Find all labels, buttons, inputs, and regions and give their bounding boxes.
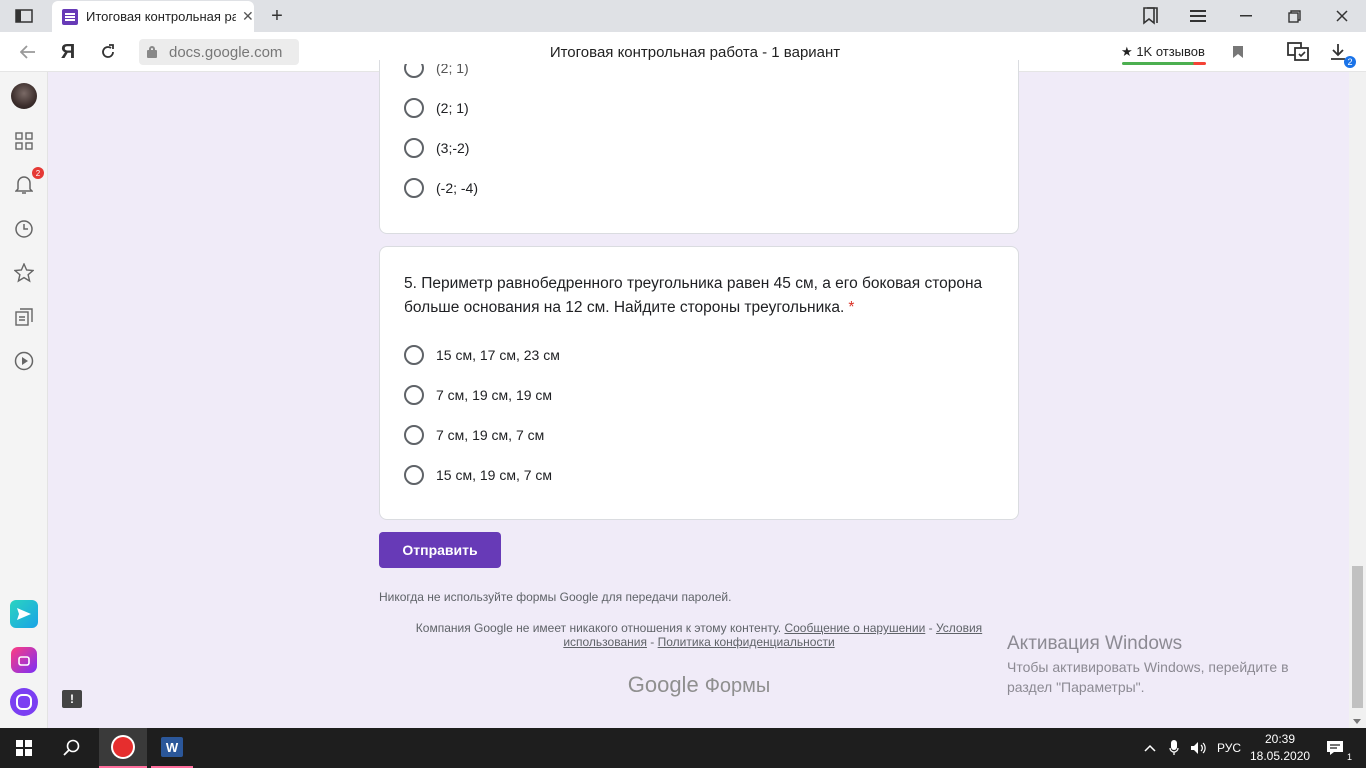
option-label: (-2; -4) xyxy=(436,180,478,196)
page-scrollbar[interactable] xyxy=(1349,72,1366,728)
video-play-icon[interactable] xyxy=(0,343,48,379)
scroll-down-arrow-icon[interactable] xyxy=(1353,719,1361,724)
downloads-badge: 2 xyxy=(1344,56,1356,68)
new-tab-icon[interactable]: + xyxy=(264,0,290,32)
question-5-option-3[interactable]: 7 см, 19 см, 7 см xyxy=(404,423,544,447)
word-taskbar-icon[interactable]: W xyxy=(151,728,193,768)
language-indicator[interactable]: РУС xyxy=(1212,728,1246,768)
question-5-option-4[interactable]: 15 см, 19 см, 7 см xyxy=(404,463,552,487)
option-partial[interactable]: (2; 1) xyxy=(404,60,469,80)
brand-google: Google xyxy=(627,672,699,697)
url-text: docs.google.com xyxy=(169,43,283,61)
tab-title: Итоговая контрольная ра xyxy=(86,9,236,24)
market-app-icon[interactable] xyxy=(0,642,48,678)
clock-time: 20:39 xyxy=(1264,732,1296,746)
radio-button[interactable] xyxy=(404,98,424,118)
option-label: (2; 1) xyxy=(436,100,469,116)
password-warning: Никогда не используйте формы Google для … xyxy=(379,590,732,604)
yandex-browser-taskbar-icon[interactable] xyxy=(99,728,147,768)
question-4-option-3[interactable]: (-2; -4) xyxy=(404,176,478,200)
radio-button[interactable] xyxy=(404,64,424,78)
question-4-option-2[interactable]: (3;-2) xyxy=(404,136,469,160)
tabs-panel-icon[interactable] xyxy=(10,0,38,32)
clock-date: 18.05.2020 xyxy=(1250,749,1311,763)
browser-tab-strip: Итоговая контрольная ра ✕ + xyxy=(0,0,1366,32)
history-clock-icon[interactable] xyxy=(0,211,48,247)
scrollbar-thumb[interactable] xyxy=(1352,566,1363,708)
minimize-icon[interactable] xyxy=(1234,0,1258,32)
radio-button[interactable] xyxy=(404,465,424,485)
url-field[interactable]: docs.google.com xyxy=(139,39,299,65)
google-forms-logo[interactable]: Google Формы xyxy=(379,672,1019,698)
question-5-text: 5. Периметр равнобедренного треугольника… xyxy=(404,272,984,320)
question-5-option-1[interactable]: 15 см, 17 см, 23 см xyxy=(404,343,560,367)
radio-button[interactable] xyxy=(404,385,424,405)
browser-sidebar: 2 xyxy=(0,72,48,728)
footer-separator: - xyxy=(925,621,936,635)
favorites-star-icon[interactable] xyxy=(0,255,48,291)
search-icon[interactable] xyxy=(52,728,92,768)
question-text: 5. Периметр равнобедренного треугольника… xyxy=(404,275,983,316)
yandex-logo-button[interactable]: Я xyxy=(56,32,80,72)
radio-button[interactable] xyxy=(404,138,424,158)
option-label: (3;-2) xyxy=(436,140,470,156)
downloads-icon[interactable]: 2 xyxy=(1326,32,1356,72)
brand-forms: Формы xyxy=(704,675,771,697)
radio-button[interactable] xyxy=(404,425,424,445)
windows-taskbar: W РУС 20:39 18.05.2020 1 xyxy=(0,728,1366,768)
required-mark: * xyxy=(848,299,855,316)
option-label: 15 см, 17 см, 23 см xyxy=(436,347,560,363)
bookmark-icon[interactable] xyxy=(1228,32,1248,72)
microphone-icon[interactable] xyxy=(1164,728,1184,768)
volume-icon[interactable] xyxy=(1187,728,1209,768)
bookmarks-collection-icon[interactable] xyxy=(1138,0,1162,32)
menu-icon[interactable] xyxy=(1186,0,1210,32)
windows-activation-watermark: Активация Windows Чтобы активировать Win… xyxy=(1007,633,1327,697)
option-label: 7 см, 19 см, 19 см xyxy=(436,387,553,403)
option-label: 7 см, 19 см, 7 см xyxy=(436,427,545,443)
feedback-icon[interactable]: ! xyxy=(62,690,82,708)
tab-active[interactable]: Итоговая контрольная ра ✕ xyxy=(52,1,254,32)
radio-button[interactable] xyxy=(404,345,424,365)
reload-icon[interactable] xyxy=(96,32,120,72)
radio-button[interactable] xyxy=(404,178,424,198)
action-center-badge: 1 xyxy=(1346,752,1352,762)
close-window-icon[interactable] xyxy=(1330,0,1354,32)
messenger-app-icon[interactable] xyxy=(0,596,48,632)
option-label: 15 см, 19 см, 7 см xyxy=(436,467,553,483)
services-grid-icon[interactable] xyxy=(0,123,48,159)
privacy-link[interactable]: Политика конфиденциальности xyxy=(658,635,835,649)
question-5-card: 5. Периметр равнобедренного треугольника… xyxy=(379,246,1019,520)
protect-icon[interactable] xyxy=(1284,32,1312,72)
google-forms-favicon-icon xyxy=(62,8,78,25)
submit-button[interactable]: Отправить xyxy=(379,532,501,568)
notifications-bell-icon[interactable]: 2 xyxy=(0,167,48,203)
system-clock[interactable]: 20:39 18.05.2020 xyxy=(1250,731,1310,765)
alice-assistant-icon[interactable] xyxy=(0,684,48,720)
notifications-badge: 2 xyxy=(32,167,44,179)
back-arrow-icon[interactable] xyxy=(16,32,40,72)
form-footer: Компания Google не имеет никакого отноше… xyxy=(379,621,1019,649)
collections-icon[interactable] xyxy=(0,299,48,335)
watermark-text: Чтобы активировать Windows, перейдите в … xyxy=(1007,659,1289,695)
reviews-button[interactable]: ★ 1K отзывов xyxy=(1120,39,1206,65)
footer-disclaimer: Компания Google не имеет никакого отноше… xyxy=(415,621,782,635)
profile-avatar[interactable] xyxy=(0,78,48,114)
question-5-option-2[interactable]: 7 см, 19 см, 19 см xyxy=(404,383,552,407)
option-label: (2; 1) xyxy=(436,60,469,76)
tab-close-icon[interactable]: ✕ xyxy=(242,8,254,25)
report-abuse-link[interactable]: Сообщение о нарушении xyxy=(784,621,925,635)
question-4-option-1[interactable]: (2; 1) xyxy=(404,96,469,120)
tray-expand-icon[interactable] xyxy=(1140,728,1160,768)
lock-icon xyxy=(147,46,157,58)
windows-start-icon[interactable] xyxy=(0,728,48,768)
question-4-card: (2; 1) (2; 1) (3;-2) (-2; -4) xyxy=(379,60,1019,234)
watermark-title: Активация Windows xyxy=(1007,633,1183,654)
footer-separator: - xyxy=(646,635,658,649)
action-center-icon[interactable]: 1 xyxy=(1322,728,1352,768)
restore-icon[interactable] xyxy=(1282,0,1306,32)
avatar-image xyxy=(11,83,37,109)
